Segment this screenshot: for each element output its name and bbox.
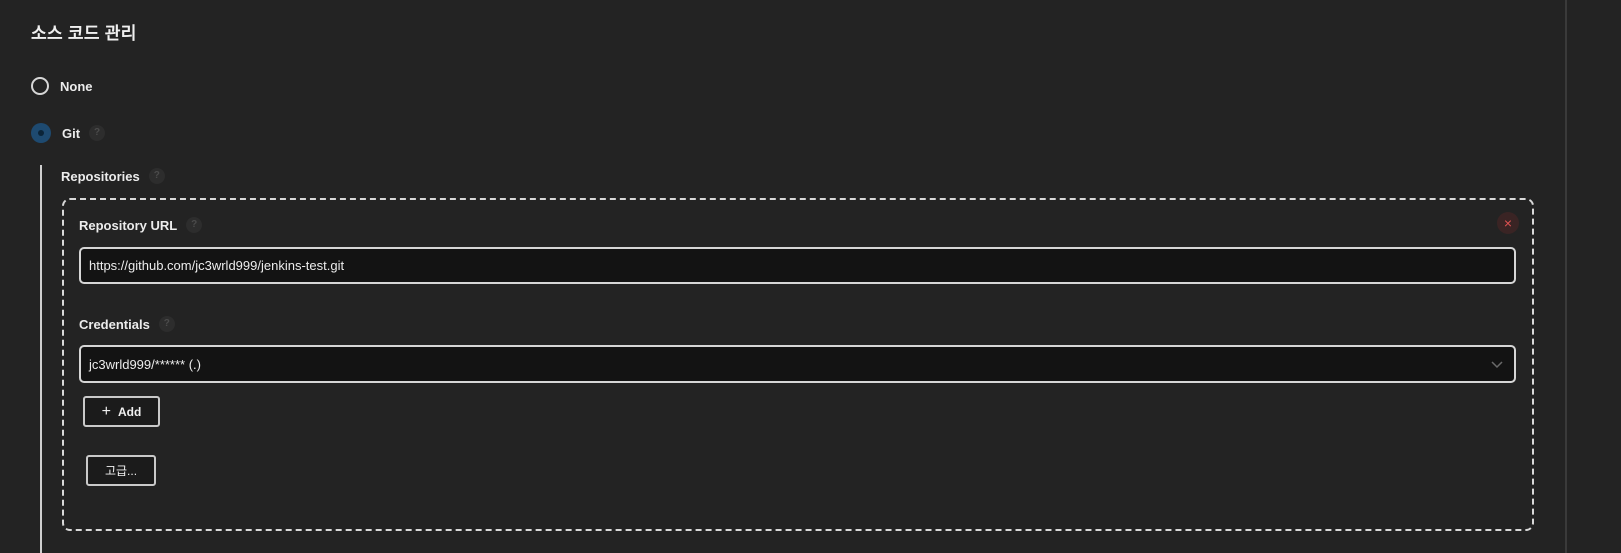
radio-git[interactable] — [31, 123, 51, 143]
add-button-label: Add — [118, 404, 142, 419]
scm-option-none[interactable]: None — [31, 77, 93, 95]
radio-none-label: None — [60, 78, 93, 94]
close-icon: × — [1503, 215, 1513, 231]
credentials-select[interactable]: jc3wrld999/****** (.) — [79, 345, 1516, 383]
help-icon[interactable]: ? — [158, 316, 175, 332]
credentials-selected-value: jc3wrld999/****** (.) — [89, 356, 201, 372]
repository-url-label-row: Repository URL ? — [79, 217, 203, 233]
help-icon[interactable]: ? — [89, 125, 106, 141]
scrollbar-track[interactable] — [1565, 0, 1567, 553]
repository-url-label: Repository URL — [79, 217, 178, 233]
radio-none[interactable] — [31, 77, 49, 95]
remove-repository-button[interactable]: × — [1497, 212, 1519, 234]
add-credentials-button[interactable]: + Add — [83, 396, 160, 427]
credentials-label-row: Credentials ? — [79, 316, 175, 332]
scm-option-git[interactable]: Git ? — [31, 123, 106, 143]
radio-git-label: Git — [62, 125, 81, 141]
plus-icon: + — [101, 402, 111, 420]
help-icon[interactable]: ? — [148, 168, 165, 184]
help-icon[interactable]: ? — [186, 217, 203, 233]
git-section-divider — [40, 165, 42, 553]
credentials-label: Credentials — [79, 316, 150, 332]
repositories-label-row: Repositories ? — [61, 168, 165, 184]
chevron-down-icon — [1491, 361, 1503, 369]
scm-panel: 소스 코드 관리 None Git ? Repositories ? × Rep… — [0, 0, 1621, 553]
advanced-button[interactable]: 고급... — [86, 455, 156, 486]
repository-url-input[interactable] — [79, 247, 1516, 284]
section-title: 소스 코드 관리 — [31, 24, 137, 43]
advanced-button-label: 고급... — [104, 464, 138, 478]
repositories-label: Repositories — [61, 168, 140, 184]
